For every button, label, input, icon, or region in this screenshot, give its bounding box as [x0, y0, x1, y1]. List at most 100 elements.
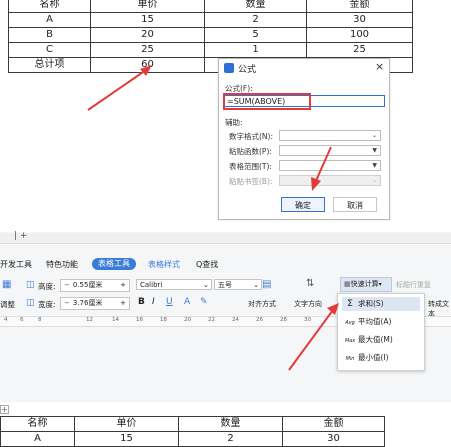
text-direction-icon[interactable]: ⇅ [306, 278, 314, 289]
table-header-row: 名称 单价 数量 金额 [0, 416, 385, 432]
chevron-down-icon: ⌄ [371, 132, 377, 139]
table-cell[interactable]: 25 [306, 42, 413, 58]
plus-icon[interactable]: + [117, 298, 129, 309]
height-value[interactable]: 0.55厘米 [73, 281, 103, 289]
header-cell[interactable]: 数量 [204, 0, 307, 13]
menu-item-label: 最大值(M) [358, 335, 393, 344]
tab-table-tools[interactable]: 表格工具 [92, 258, 136, 270]
table-cell[interactable]: 30 [306, 12, 413, 28]
number-format-select[interactable]: ⌄ [279, 130, 381, 141]
col-width-icon: ◫ [26, 298, 35, 308]
table-cell[interactable]: C [8, 42, 91, 58]
ruler-tick: 18 [160, 317, 167, 323]
underline-button[interactable]: U [166, 297, 173, 307]
italic-button[interactable]: I [152, 297, 155, 307]
chevron-down-icon: ⌄ [371, 177, 377, 184]
table-cell[interactable]: A [8, 12, 91, 28]
highlight-pen-icon[interactable]: ✎ [200, 297, 208, 307]
tab-table-style[interactable]: 表格样式 [148, 259, 180, 270]
menu-item-sum[interactable]: Σ 求和(S) [342, 297, 420, 311]
table-move-handle-icon[interactable]: + [0, 405, 9, 414]
menu-item-min[interactable]: Min 最小值(I) [342, 351, 420, 365]
new-tab-icon[interactable]: | + [14, 231, 27, 241]
table-grid-icon[interactable]: ▦ [2, 279, 11, 290]
ruler-tick: 16 [136, 317, 143, 323]
menu-special-features[interactable]: 特色功能 [46, 259, 78, 270]
font-color-button[interactable]: A [184, 297, 190, 307]
dialog-title: 公式 [238, 65, 257, 75]
total-label-cell[interactable]: 总计项 [8, 57, 91, 73]
table-cell[interactable]: 15 [90, 12, 205, 28]
font-name-select[interactable]: Calibri ⌄ [136, 279, 212, 290]
ruler-tick: 24 [232, 317, 239, 323]
header-repeat-button[interactable]: 标题行重复 [396, 280, 431, 290]
ruler-tick: 8 [38, 317, 42, 323]
close-icon[interactable]: × [375, 60, 384, 73]
menu-item-max[interactable]: Max 最大值(M) [342, 333, 420, 347]
font-size-value: 五号 [218, 281, 232, 289]
ok-button[interactable]: 确定 [281, 197, 325, 212]
minus-icon[interactable]: − [61, 281, 73, 289]
header-cell[interactable]: 数量 [178, 416, 283, 432]
table-cell[interactable]: 30 [282, 431, 385, 447]
align-button-label[interactable]: 对齐方式 [248, 299, 276, 309]
bold-button[interactable]: B [138, 297, 145, 307]
minus-icon[interactable]: − [61, 299, 73, 307]
menu-item-label: 平均值(A) [358, 317, 392, 326]
assist-label: 辅助: [225, 118, 243, 127]
bottom-data-table: 名称 单价 数量 金额 A 15 2 30 [0, 416, 385, 447]
dialog-titlebar: 公式 × [219, 59, 389, 77]
ruler-tick: 6 [20, 317, 24, 323]
red-arrow-to-ok [311, 146, 332, 191]
table-row: A 15 2 30 [8, 12, 413, 28]
align-icon[interactable]: ▤ [262, 279, 271, 290]
height-label: 高度: [38, 282, 56, 291]
header-cell[interactable]: 名称 [8, 0, 91, 13]
plus-icon[interactable]: + [117, 280, 129, 291]
header-cell[interactable]: 金额 [282, 416, 385, 432]
header-cell[interactable]: 单价 [74, 416, 179, 432]
height-stepper[interactable]: −0.55厘米 + [60, 279, 130, 292]
header-cell[interactable]: 金额 [306, 0, 413, 13]
quick-calc-button[interactable]: ▦快速计算▾ [340, 277, 392, 292]
table-header-row: 名称 单价 数量 金额 [8, 0, 413, 13]
table-cell[interactable]: A [0, 431, 75, 447]
paste-bookmark-label: 粘贴书签(B): [229, 177, 273, 186]
ruler-tick: 20 [184, 317, 191, 323]
font-size-select[interactable]: 五号 ⌄ [214, 279, 262, 290]
table-cell[interactable]: 2 [204, 12, 307, 28]
table-cell[interactable]: 2 [178, 431, 283, 447]
table-cell[interactable]: 5 [204, 27, 307, 43]
document-tab-strip: | + [0, 231, 451, 244]
table-cell[interactable]: B [8, 27, 91, 43]
chevron-down-icon: ⌄ [203, 281, 209, 289]
header-cell[interactable]: 单价 [90, 0, 205, 13]
paste-function-label: 粘贴函数(P): [229, 147, 272, 156]
table-row: A 15 2 30 [0, 431, 385, 447]
adjust-button[interactable]: 调整 [0, 299, 15, 310]
ruler-tick: 4 [4, 317, 8, 323]
header-cell[interactable]: 名称 [0, 416, 75, 432]
find-button[interactable]: Q查找 [196, 259, 218, 270]
table-row: C 25 1 25 [8, 42, 413, 58]
menu-item-label: 求和(S) [358, 299, 384, 308]
table-cell[interactable]: 25 [90, 42, 205, 58]
width-stepper[interactable]: −3.76厘米 + [60, 297, 130, 310]
ruler-tick: 12 [86, 317, 93, 323]
table-cell[interactable]: 100 [306, 27, 413, 43]
formula-dialog: 公式 × 公式(F): =SUM(ABOVE) 辅助: 数字格式(N): ⌄ 粘… [218, 58, 390, 220]
table-row: B 20 5 100 [8, 27, 413, 43]
width-label: 宽度: [38, 300, 56, 309]
menu-item-label: 最小值(I) [358, 353, 389, 362]
cancel-button[interactable]: 取消 [333, 197, 377, 212]
width-value[interactable]: 3.76厘米 [73, 299, 103, 307]
menu-item-average[interactable]: Avg 平均值(A) [342, 315, 420, 329]
ruler-tick: 22 [208, 317, 215, 323]
ruler-tick: 26 [256, 317, 263, 323]
table-cell[interactable]: 1 [204, 42, 307, 58]
menu-developer-tools[interactable]: 开发工具 [0, 259, 32, 270]
quick-calc-label: 快速计算 [350, 280, 379, 288]
table-cell[interactable]: 20 [90, 27, 205, 43]
chevron-down-icon: ⌄ [253, 281, 259, 289]
table-cell[interactable]: 15 [74, 431, 179, 447]
